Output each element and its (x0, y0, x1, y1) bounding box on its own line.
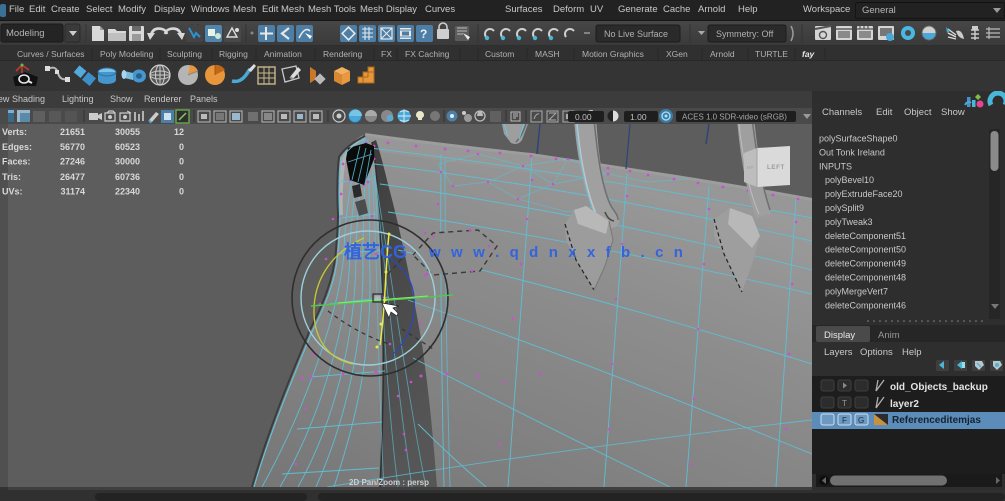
svg-text:polyBevel10: polyBevel10 (825, 175, 874, 185)
svg-text:ACES 1.0 SDR-video (sRGB): ACES 1.0 SDR-video (sRGB) (682, 113, 787, 122)
svg-text:INPUTS: INPUTS (819, 161, 852, 171)
svg-text:Rigging: Rigging (219, 49, 248, 59)
svg-text:Show: Show (941, 107, 965, 118)
svg-text:UVs:: UVs: (2, 187, 23, 197)
svg-text:G: G (858, 416, 864, 425)
svg-text:TURTLE: TURTLE (755, 49, 788, 59)
svg-text:No Live Surface: No Live Surface (604, 29, 668, 39)
svg-text:LEFT: LEFT (767, 164, 785, 171)
svg-text:Sculpting: Sculpting (167, 49, 202, 59)
svg-text:Animation: Animation (264, 49, 302, 59)
svg-text:Symmetry: Off: Symmetry: Off (716, 29, 774, 39)
svg-text:Object: Object (904, 107, 932, 118)
svg-text:0: 0 (179, 172, 184, 182)
svg-text:56770: 56770 (60, 142, 85, 152)
svg-text:polyExtrudeFace20: polyExtrudeFace20 (825, 189, 903, 199)
svg-text:old_Objects_backup: old_Objects_backup (890, 382, 988, 393)
svg-text:26477: 26477 (60, 172, 85, 182)
svg-text:Channels: Channels (822, 107, 862, 118)
svg-text:Options: Options (860, 347, 893, 358)
svg-text:deleteComponent48: deleteComponent48 (825, 273, 906, 283)
svg-text:1.00: 1.00 (630, 112, 647, 122)
svg-text:MASH: MASH (535, 49, 560, 59)
svg-text:w w w . q d n x x f b . c n: w w w . q d n x x f b . c n (428, 244, 686, 261)
svg-text:0.00: 0.00 (575, 112, 592, 122)
svg-text:0: 0 (179, 187, 184, 197)
svg-text:12: 12 (174, 127, 184, 137)
svg-text:21651: 21651 (60, 127, 85, 137)
svg-text:polyMergeVert7: polyMergeVert7 (825, 286, 888, 296)
svg-text:60523: 60523 (115, 142, 140, 152)
svg-text:deleteComponent49: deleteComponent49 (825, 259, 906, 269)
svg-text:植艺CG: 植艺CG (344, 241, 407, 262)
svg-text:polySurfaceShape0: polySurfaceShape0 (819, 134, 898, 144)
svg-text:60736: 60736 (115, 172, 140, 182)
svg-text:fay: fay (802, 49, 816, 59)
svg-text:layer2: layer2 (890, 399, 919, 410)
svg-text:FX: FX (381, 49, 392, 59)
svg-text:Arnold: Arnold (710, 49, 735, 59)
svg-text:Edit: Edit (876, 107, 893, 118)
svg-text:deleteComponent50: deleteComponent50 (825, 245, 906, 255)
svg-text:27246: 27246 (60, 157, 85, 167)
svg-text:0: 0 (179, 157, 184, 167)
svg-text:XGen: XGen (666, 49, 688, 59)
svg-text:HT: HT (747, 165, 753, 171)
svg-text:T: T (842, 399, 847, 408)
svg-text:30000: 30000 (115, 157, 140, 167)
svg-text:Layers: Layers (824, 347, 853, 358)
svg-text:FX Caching: FX Caching (405, 49, 450, 59)
svg-text:Rendering: Rendering (323, 49, 362, 59)
svg-text:Referenceditemjas: Referenceditemjas (892, 415, 981, 426)
svg-text:30055: 30055 (115, 127, 140, 137)
svg-text:Help: Help (902, 347, 922, 358)
svg-text:deleteComponent51: deleteComponent51 (825, 231, 906, 241)
svg-text:Edges:: Edges: (2, 142, 32, 152)
svg-text:Modeling: Modeling (6, 28, 45, 39)
svg-text:polyTweak3: polyTweak3 (825, 217, 873, 227)
svg-text:deleteComponent46: deleteComponent46 (825, 300, 906, 310)
svg-text:Curves / Surfaces: Curves / Surfaces (17, 49, 85, 59)
svg-text:?: ? (420, 27, 427, 41)
svg-text:31174: 31174 (60, 187, 85, 197)
svg-text:Anim: Anim (878, 330, 900, 341)
svg-text:Tris:: Tris: (2, 172, 21, 182)
svg-text:polySplit9: polySplit9 (825, 203, 864, 213)
svg-text:Verts:: Verts: (2, 127, 27, 137)
svg-text:22340: 22340 (115, 187, 140, 197)
svg-text:Custom: Custom (485, 49, 514, 59)
svg-text:0: 0 (179, 142, 184, 152)
svg-text:Poly Modeling: Poly Modeling (100, 49, 154, 59)
svg-text:F: F (842, 416, 847, 425)
svg-text:Faces:: Faces: (2, 157, 31, 167)
svg-text:Motion Graphics: Motion Graphics (582, 49, 644, 59)
svg-text:Out Tonk Ireland: Out Tonk Ireland (819, 147, 885, 157)
svg-text:2D Pan/Zoom : persp: 2D Pan/Zoom : persp (349, 478, 429, 487)
svg-text:Display: Display (824, 330, 855, 341)
